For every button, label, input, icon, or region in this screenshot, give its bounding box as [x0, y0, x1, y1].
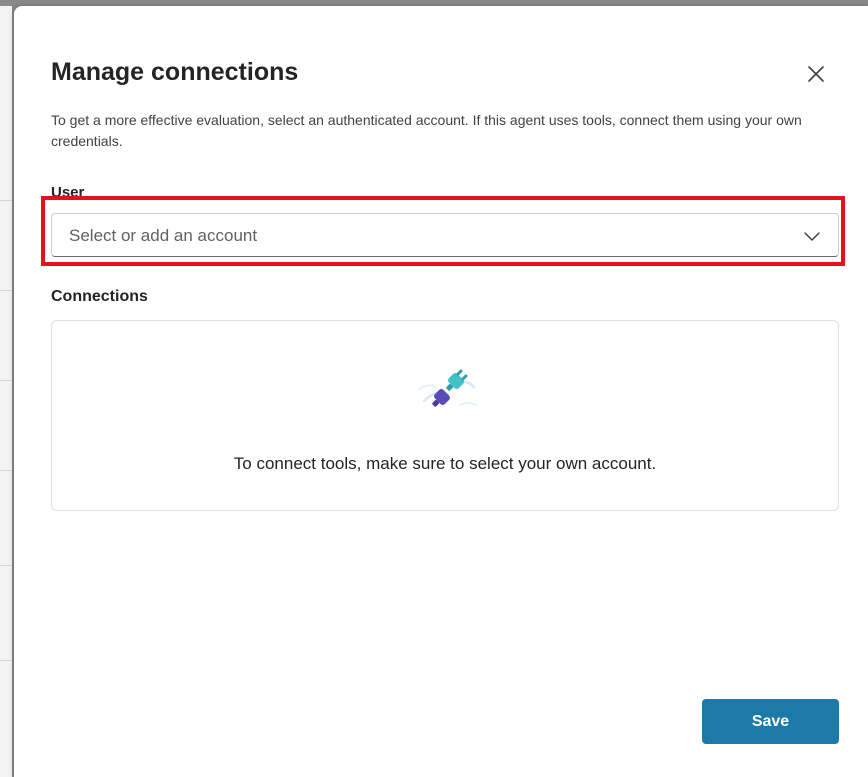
connections-empty-message: To connect tools, make sure to select yo… [233, 454, 657, 473]
divider [0, 660, 12, 661]
manage-connections-dialog: Manage connections To get a more effecti… [14, 6, 868, 777]
connections-panel: To connect tools, make sure to select yo… [51, 320, 839, 511]
divider [0, 290, 12, 291]
save-button[interactable]: Save [702, 699, 839, 744]
close-button[interactable] [802, 60, 830, 88]
dialog-title: Manage connections [51, 58, 299, 86]
connections-label: Connections [51, 288, 148, 305]
divider [0, 380, 12, 381]
dialog-description: To get a more effective evaluation, sele… [51, 112, 802, 149]
underlying-page-edge [0, 0, 12, 777]
divider [0, 470, 12, 471]
divider [0, 565, 12, 566]
close-icon [808, 66, 824, 82]
divider [0, 200, 12, 201]
highlight-annotation-box [41, 196, 845, 266]
plug-icon [419, 369, 477, 407]
